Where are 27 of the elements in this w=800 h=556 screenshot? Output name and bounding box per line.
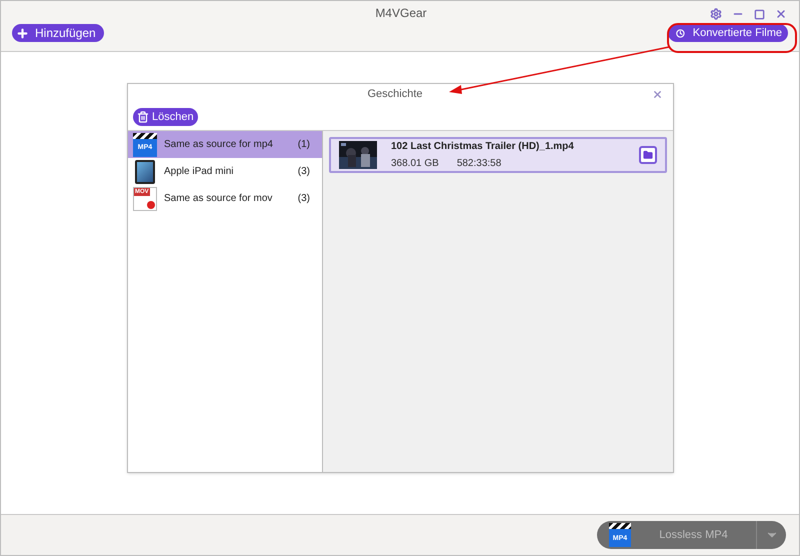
clock-icon [676,28,685,38]
converted-movies-button[interactable]: Konvertierte Filme [668,24,788,42]
profile-count: (3) [298,165,310,179]
file-size: 368.01 GB [391,157,439,171]
settings-icon[interactable] [710,8,722,20]
format-label: Lossless MP4 [658,528,729,543]
dialog-title: Geschichte [366,86,424,102]
file-duration: 582:33:58 [456,157,502,171]
profile-name: Apple iPad mini [164,165,234,179]
folder-button[interactable] [639,146,657,164]
folder-icon [643,150,653,160]
delete-button[interactable]: Löschen [133,108,198,126]
profile-name: Same as source for mp4 [164,138,274,152]
tablet-icon [135,160,155,184]
window-title: M4VGear [374,5,428,22]
close-icon[interactable] [775,8,787,20]
trash-icon [137,111,149,123]
maximize-icon[interactable] [754,8,765,20]
file-name: 102 Last Christmas Trailer (HD)_1.mp4 [391,140,575,154]
profile-count: (3) [298,192,310,206]
profile-name: Same as source for mov [164,192,274,206]
profile-count: (1) [298,138,310,152]
profile-item[interactable]: Apple iPad mini (3) [128,158,322,185]
plus-icon [16,26,29,40]
close-icon[interactable] [652,88,663,100]
add-button[interactable]: Hinzufügen [12,24,104,42]
file-card[interactable]: 102 Last Christmas Trailer (HD)_1.mp4 368.01 GB 582:33:58 [329,137,667,173]
